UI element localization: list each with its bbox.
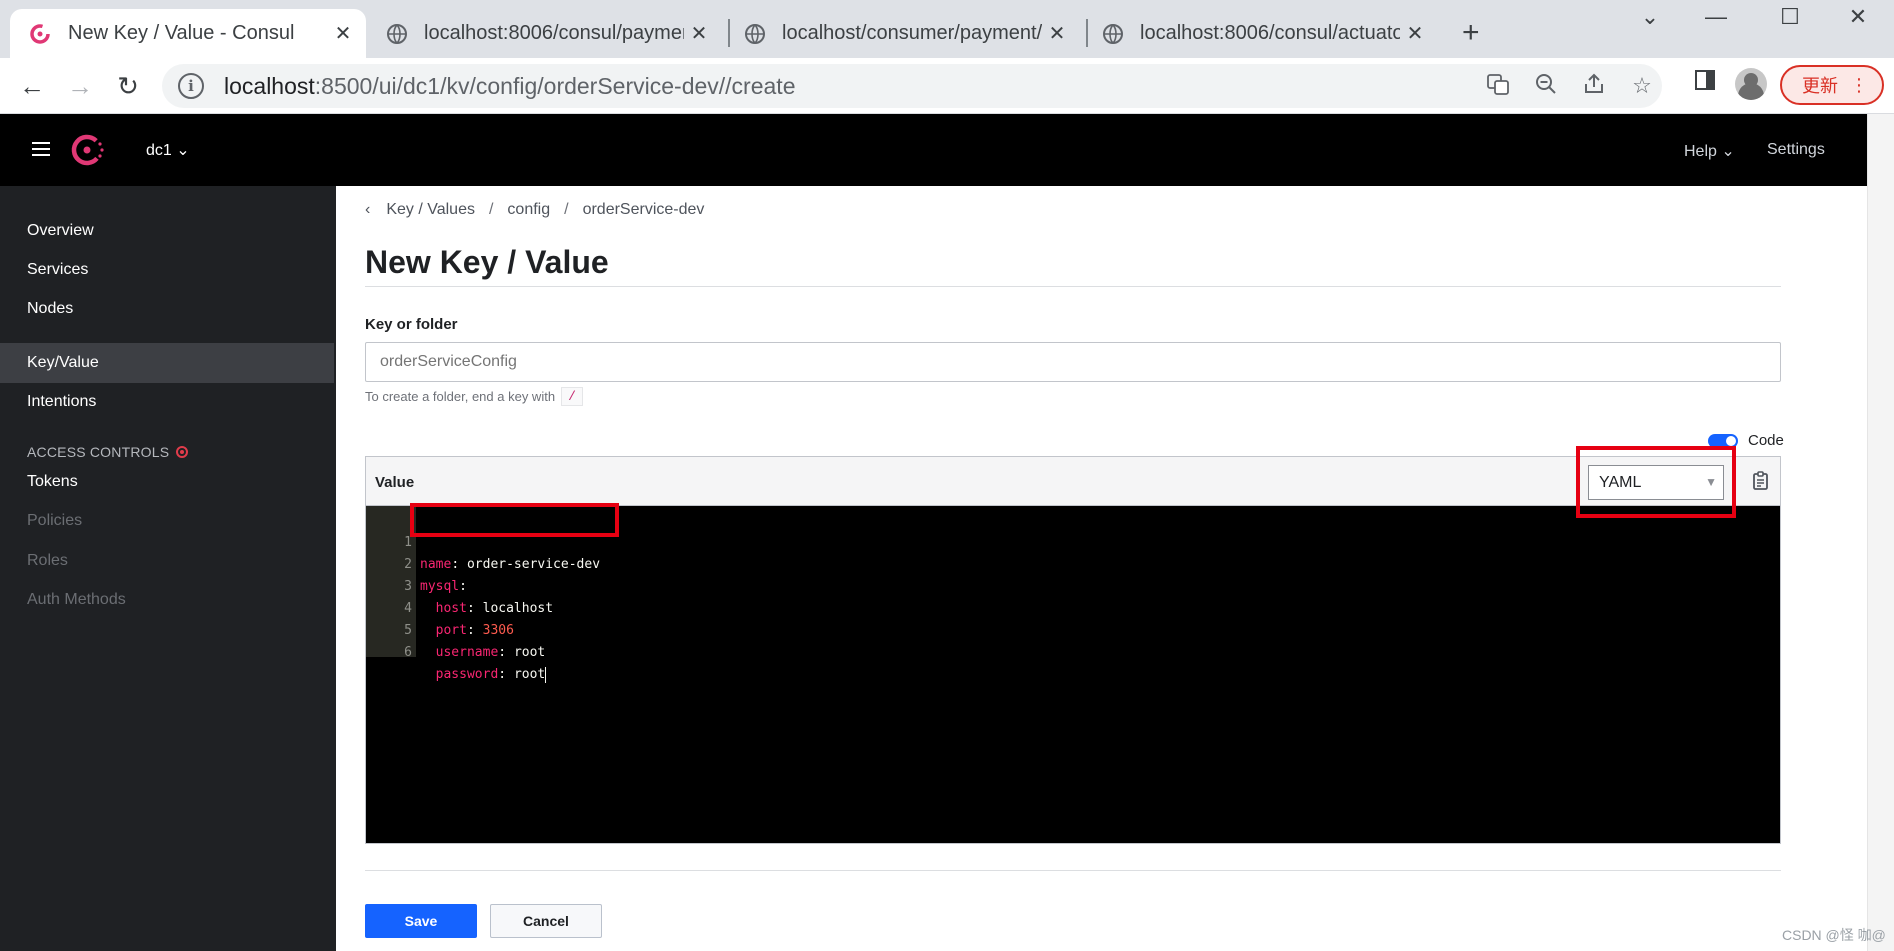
reload-icon[interactable]: ↻	[110, 68, 146, 104]
chevron-down-icon: ⌄	[176, 142, 190, 159]
sidebar-item-intentions[interactable]: Intentions	[0, 382, 334, 422]
code-line: 6 password: root	[404, 645, 547, 683]
browser-tab-4[interactable]: localhost:8006/consul/actuator ✕	[1082, 9, 1438, 58]
page-scrollbar[interactable]	[1867, 114, 1894, 951]
address-bar[interactable]: i localhost:8500/ui/dc1/kv/config/orderS…	[162, 64, 1662, 108]
close-tab-icon[interactable]: ✕	[1042, 21, 1072, 46]
globe-icon	[744, 23, 766, 45]
form-divider	[365, 870, 1781, 871]
code-line: 4 port: 3306	[404, 601, 514, 638]
datacenter-select[interactable]: dc1 ⌄	[146, 140, 190, 160]
new-tab-icon[interactable]: +	[1462, 16, 1480, 50]
tab-title: localhost:8006/consul/payment	[424, 22, 684, 44]
sidebar-item-roles: Roles	[27, 552, 68, 569]
browser-tab-3[interactable]: localhost/consumer/payment/ ✕	[724, 9, 1080, 58]
tab-title: New Key / Value - Consul	[68, 22, 295, 44]
url-text: localhost:8500/ui/dc1/kv/config/orderSer…	[224, 72, 796, 99]
sidebar-item-services[interactable]: Services	[0, 250, 334, 290]
close-tab-icon[interactable]: ✕	[1400, 21, 1430, 46]
chevron-left-icon: ‹	[365, 201, 371, 218]
browser-tab-2[interactable]: localhost:8006/consul/payment ✕	[366, 9, 722, 58]
annotation-box-language	[1576, 446, 1736, 518]
site-info-icon[interactable]: i	[178, 73, 204, 99]
code-editor[interactable]: 1 name: order-service-dev 2 mysql: 3 hos…	[366, 506, 1780, 843]
sidebar-item-tokens[interactable]: Tokens	[0, 462, 334, 502]
update-label: 更新	[1802, 76, 1838, 96]
maximize-icon[interactable]: ☐	[1770, 4, 1810, 30]
sidebar-item-key-value[interactable]: Key/Value	[0, 343, 334, 383]
breadcrumb: ‹ Key / Values / config / orderService-d…	[365, 201, 705, 219]
share-icon[interactable]	[1580, 72, 1608, 100]
key-field-label: Key or folder	[365, 316, 458, 333]
code-toggle-label: Code	[1748, 432, 1784, 449]
key-input[interactable]	[365, 342, 1781, 382]
consul-favicon-icon	[30, 23, 52, 45]
update-button[interactable]: 更新 ⋮	[1780, 65, 1884, 105]
tab-title: localhost/consumer/payment/	[782, 22, 1042, 44]
globe-icon	[386, 23, 408, 45]
text-cursor	[545, 666, 547, 683]
menu-icon[interactable]	[32, 142, 50, 156]
watermark: CSDN @怪 咖@	[1782, 927, 1886, 943]
consul-header: dc1 ⌄ Help ⌄ Settings	[0, 114, 1867, 186]
zoom-out-icon[interactable]	[1532, 72, 1560, 100]
minimize-icon[interactable]: —	[1696, 4, 1736, 30]
code-line: 2 mysql:	[404, 557, 467, 594]
sidebar-item-auth-methods: Auth Methods	[27, 591, 126, 608]
chevron-down-icon: ⌄	[1721, 143, 1735, 160]
sidebar-item-nodes[interactable]: Nodes	[0, 289, 334, 329]
translate-icon[interactable]	[1484, 72, 1512, 100]
close-window-icon[interactable]: ✕	[1838, 4, 1878, 30]
tab-search-icon[interactable]: ⌄	[1630, 4, 1670, 30]
browser-tab-consul[interactable]: New Key / Value - Consul ✕	[10, 9, 366, 58]
cancel-button[interactable]: Cancel	[490, 904, 602, 938]
browser-tab-strip: New Key / Value - Consul ✕ localhost:800…	[0, 0, 1894, 58]
forward-icon[interactable]: →	[62, 68, 98, 104]
profile-avatar[interactable]	[1735, 68, 1767, 100]
access-controls-heading: ACCESS CONTROLS	[27, 444, 189, 460]
tab-title: localhost:8006/consul/actuator	[1140, 22, 1400, 44]
value-toolbar: Value YAML ▼	[366, 457, 1780, 506]
settings-link[interactable]: Settings	[1767, 141, 1825, 159]
more-menu-icon: ⋮	[1850, 74, 1868, 95]
code-line: 5 username: root	[404, 623, 546, 660]
globe-icon	[1102, 23, 1124, 45]
save-button[interactable]: Save	[365, 904, 477, 938]
copy-clipboard-icon[interactable]	[1752, 471, 1770, 491]
close-tab-icon[interactable]: ✕	[684, 21, 714, 46]
back-icon[interactable]: ←	[14, 68, 50, 104]
close-tab-icon[interactable]: ✕	[328, 21, 358, 46]
code-line: 1 name: order-service-dev	[404, 535, 601, 572]
code-line: 3 host: localhost	[404, 579, 554, 616]
hint-slash-code: /	[561, 387, 583, 406]
browser-toolbar: ← → ↻ i localhost:8500/ui/dc1/kv/config/…	[0, 58, 1894, 114]
side-panel-icon[interactable]	[1690, 68, 1720, 98]
help-menu[interactable]: Help ⌄	[1684, 141, 1735, 161]
bookmark-star-icon[interactable]: ☆	[1628, 72, 1656, 100]
sidebar-item-overview[interactable]: Overview	[0, 211, 334, 251]
sidebar-item-policies: Policies	[27, 512, 83, 529]
title-divider	[365, 286, 1781, 287]
page-title: New Key / Value	[365, 244, 609, 280]
value-label: Value	[375, 474, 415, 491]
consul-logo-icon[interactable]	[70, 132, 106, 168]
breadcrumb-order-service-dev[interactable]: orderService-dev	[583, 201, 705, 219]
sidebar: Overview Services Nodes Key/Value Intent…	[0, 186, 336, 951]
breadcrumb-config[interactable]: config	[507, 201, 550, 219]
key-hint: To create a folder, end a key with /	[365, 387, 583, 406]
breadcrumb-key-values[interactable]: Key / Values	[386, 201, 475, 219]
acl-status-icon	[176, 446, 189, 458]
annotation-box-name-line	[410, 503, 619, 537]
